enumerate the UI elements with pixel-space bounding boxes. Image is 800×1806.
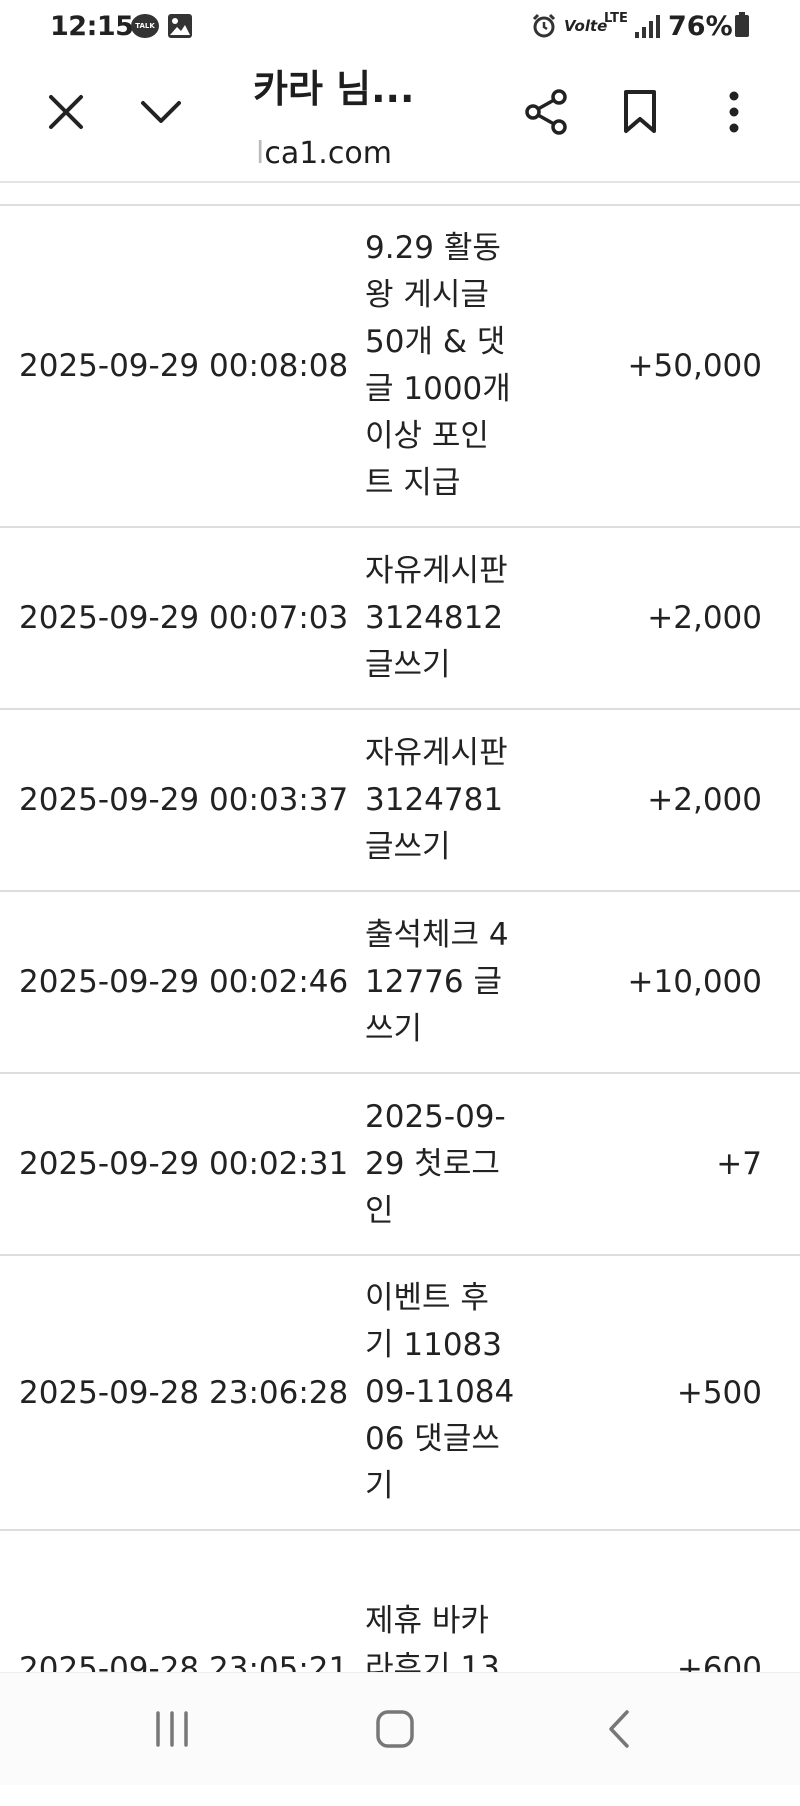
- page-url[interactable]: lca1.com: [256, 136, 392, 171]
- recents-icon: [156, 1711, 188, 1747]
- battery-level: 76%: [668, 11, 733, 42]
- table-row: 2025-09-29 00:02:31 2025-09-29 첫로그인 +7: [0, 1074, 800, 1256]
- table-row: 2025-09-29 00:08:08 9.29 활동왕 게시글 50개 & 댓…: [0, 206, 800, 528]
- point-history-table: 2025-09-29 00:08:08 9.29 활동왕 게시글 50개 & 댓…: [0, 206, 800, 1806]
- row-description: 2025-09-29 첫로그인: [365, 1098, 506, 1229]
- back-button[interactable]: [588, 1701, 648, 1757]
- browser-toolbar: 카라 님... lca1.com: [0, 54, 800, 182]
- bookmark-button[interactable]: [612, 84, 668, 140]
- row-description: 자유게시판 3124812 글쓰기: [365, 552, 508, 683]
- page-title: 카라 님...: [253, 67, 415, 111]
- row-date: 2025-09-29 00:02:31: [19, 1146, 349, 1182]
- close-button[interactable]: [38, 84, 94, 140]
- row-description: 9.29 활동왕 게시글 50개 & 댓글 1000개 이상 포인트 지급: [365, 230, 511, 501]
- gallery-icon: [168, 14, 192, 38]
- volte-indicator: Volte: [564, 17, 608, 35]
- table-row: 2025-09-29 00:02:46 출석체크 412776 글쓰기 +10,…: [0, 892, 800, 1074]
- home-button[interactable]: [365, 1701, 425, 1757]
- row-point: +500: [676, 1374, 762, 1411]
- status-time: 12:15: [50, 11, 134, 42]
- row-date: 2025-09-29 00:07:03: [19, 600, 349, 636]
- share-button[interactable]: [518, 84, 574, 140]
- row-description: 이벤트 후기 1108309-1108406 댓글쓰기: [365, 1280, 515, 1504]
- page-url-domain: ca1.com: [264, 136, 392, 171]
- row-description: 자유게시판 3124781 글쓰기: [365, 734, 508, 865]
- status-bar: 12:15 TALK Volte LTE 76%: [0, 0, 800, 54]
- chevron-down-icon: [141, 101, 181, 123]
- bookmark-icon: [624, 90, 656, 133]
- lte-indicator: LTE: [604, 11, 628, 26]
- more-vertical-icon: [729, 91, 739, 133]
- table-row: 2025-09-29 00:03:37 자유게시판 3124781 글쓰기 +2…: [0, 710, 800, 892]
- home-icon: [376, 1710, 414, 1748]
- table-row: 2025-09-29 00:07:03 자유게시판 3124812 글쓰기 +2…: [0, 528, 800, 710]
- toolbar-divider: [0, 181, 800, 183]
- more-options-button[interactable]: [706, 84, 762, 140]
- row-point: +10,000: [627, 964, 762, 1000]
- alarm-icon: [532, 13, 556, 38]
- signal-icon: [635, 15, 660, 38]
- battery-icon: [735, 12, 749, 37]
- share-icon: [525, 89, 567, 135]
- collapse-button[interactable]: [133, 84, 189, 140]
- row-date: 2025-09-29 00:03:37: [19, 782, 349, 818]
- table-row: 2025-09-28 23:06:28 이벤트 후기 1108309-11084…: [0, 1256, 800, 1531]
- row-date: 2025-09-29 00:02:46: [19, 964, 349, 1000]
- kakaotalk-icon: TALK: [131, 14, 159, 38]
- row-point: +7: [716, 1146, 762, 1182]
- row-point: +2,000: [647, 600, 762, 636]
- row-point: +2,000: [647, 782, 762, 818]
- row-description: 출석체크 412776 글쓰기: [365, 916, 509, 1047]
- row-point: +50,000: [627, 348, 762, 384]
- system-nav-bar: [0, 1672, 800, 1785]
- recents-button[interactable]: [142, 1701, 202, 1757]
- close-icon: [49, 95, 83, 129]
- row-date: 2025-09-28 23:06:28: [19, 1374, 349, 1411]
- back-icon: [609, 1710, 629, 1748]
- row-date: 2025-09-29 00:08:08: [19, 348, 349, 384]
